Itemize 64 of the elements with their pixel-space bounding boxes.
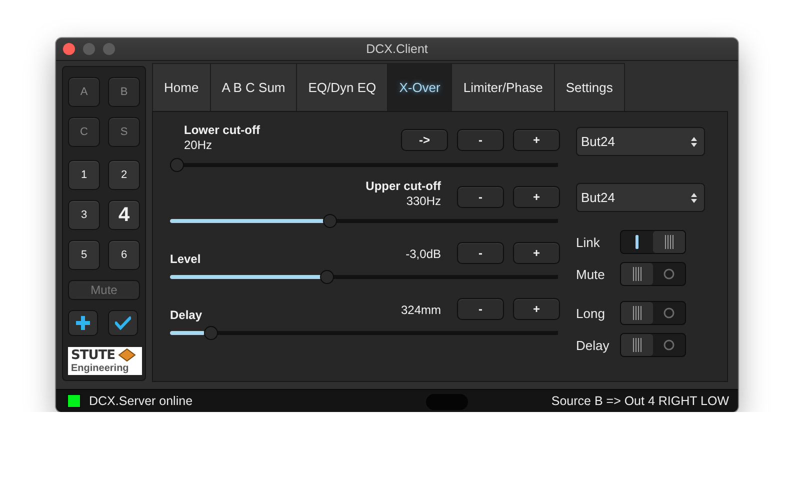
logo-wordmark: STUTE xyxy=(71,348,116,362)
updown-chevron-icon xyxy=(690,192,698,204)
step-button[interactable]: - xyxy=(457,186,504,208)
off-ring-icon xyxy=(663,339,675,351)
toggle-label: Link xyxy=(576,234,601,250)
filter-select[interactable]: But24 xyxy=(576,183,705,212)
toggle-label: Long xyxy=(576,306,606,320)
tab[interactable]: Limiter/Phase xyxy=(451,63,555,111)
slider-thumb[interactable] xyxy=(323,214,338,228)
step-button[interactable]: - xyxy=(457,129,504,151)
toggle-label: Mute xyxy=(576,266,606,282)
control-label: Upper cut-off xyxy=(366,179,441,194)
grip-lines-icon xyxy=(632,338,642,352)
tab[interactable]: EQ/Dyn EQ xyxy=(296,63,388,111)
check-icon xyxy=(115,316,131,330)
toggle-switch[interactable] xyxy=(620,301,686,325)
grip-lines-icon xyxy=(664,235,674,249)
server-status: DCX.Server online xyxy=(89,394,193,408)
toggle-switch[interactable] xyxy=(620,262,686,286)
grip-lines-icon xyxy=(632,306,642,320)
off-ring-icon xyxy=(663,268,675,280)
slider-thumb[interactable] xyxy=(170,158,184,172)
filter-select[interactable]: But24 xyxy=(576,127,705,156)
step-button[interactable]: - xyxy=(457,242,504,264)
updown-chevron-icon xyxy=(690,136,698,148)
control-value: -3,0dB xyxy=(406,247,441,262)
tab[interactable]: A B C Sum xyxy=(210,63,298,111)
channel-button[interactable]: 5 xyxy=(68,240,100,270)
close-icon[interactable] xyxy=(63,43,75,55)
channel-button[interactable]: 3 xyxy=(68,200,100,230)
toggle-switch[interactable] xyxy=(620,230,686,254)
control-value: 324mm xyxy=(400,303,441,318)
logo-subtitle: Engineering xyxy=(71,364,130,374)
step-button[interactable]: + xyxy=(513,186,560,208)
chip-icon xyxy=(118,348,136,362)
routing-status: Source B => Out 4 RIGHT LOW xyxy=(551,394,729,408)
toggle-switch[interactable] xyxy=(620,333,686,357)
window-title: DCX.Client xyxy=(366,42,428,56)
channel-button[interactable]: 6 xyxy=(108,240,140,270)
control-value: 330Hz xyxy=(406,194,441,209)
slider-thumb[interactable] xyxy=(320,270,334,284)
control-label: Delay xyxy=(170,308,202,323)
control-label: Lower cut-off xyxy=(184,123,260,138)
step-button[interactable]: + xyxy=(513,242,560,264)
confirm-button[interactable] xyxy=(108,310,138,336)
add-button[interactable] xyxy=(68,310,98,336)
channel-button[interactable]: 4 xyxy=(108,200,140,230)
step-button[interactable]: - xyxy=(457,298,504,320)
step-button[interactable]: + xyxy=(513,298,560,320)
channel-button[interactable]: 1 xyxy=(68,160,100,190)
slider-thumb[interactable] xyxy=(204,326,218,340)
channel-button[interactable]: 2 xyxy=(108,160,140,190)
step-button[interactable]: -> xyxy=(401,129,448,151)
step-button[interactable]: + xyxy=(513,129,560,151)
toggle-label: Delay xyxy=(576,338,610,352)
on-bar-icon xyxy=(634,235,640,249)
control-label: Level xyxy=(170,252,201,267)
tab[interactable]: X-Over xyxy=(387,63,452,111)
tab[interactable]: Home xyxy=(152,63,211,111)
tab[interactable]: Settings xyxy=(554,63,625,111)
control-value: 20Hz xyxy=(184,138,212,153)
grip-lines-icon xyxy=(632,267,642,281)
plus-icon xyxy=(75,315,91,331)
off-ring-icon xyxy=(663,307,675,319)
